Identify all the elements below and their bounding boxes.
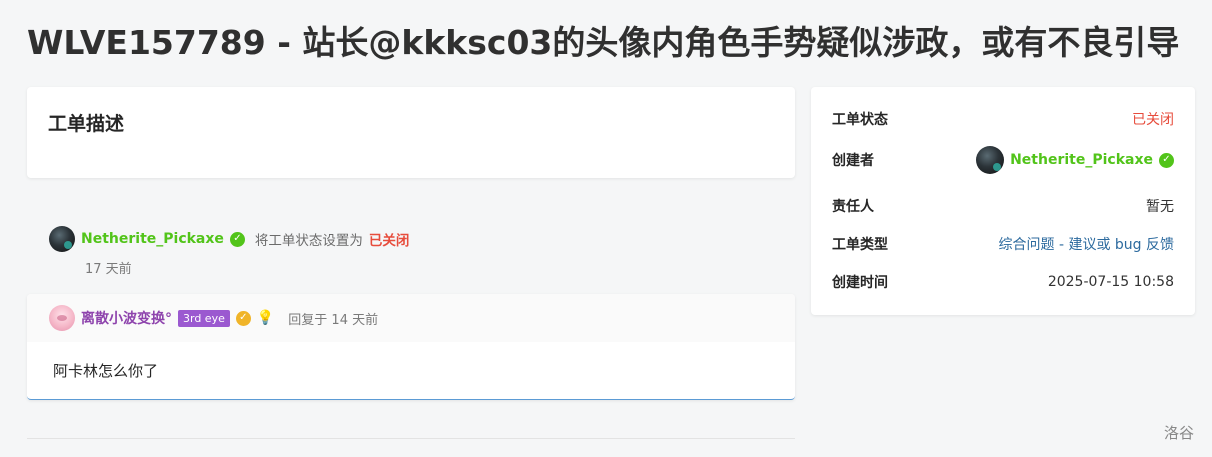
info-value-type[interactable]: 综合问题 - 建议或 bug 反馈: [999, 234, 1175, 254]
info-row-type: 工单类型 综合问题 - 建议或 bug 反馈: [832, 234, 1174, 254]
info-row-created-time: 创建时间 2025-07-15 10:58: [832, 272, 1174, 292]
info-label: 工单状态: [832, 112, 888, 128]
reply-username[interactable]: 离散小波变换°: [81, 308, 172, 328]
reply-body: 阿卡林怎么你了: [53, 362, 159, 380]
info-label: 创建者: [832, 153, 874, 169]
user-badge: 3rd eye: [178, 309, 230, 327]
footer-brand[interactable]: 洛谷: [1164, 422, 1194, 443]
reply-header: 离散小波变换° 3rd eye ✓ 💡 回复于 14 天前: [27, 294, 795, 342]
info-value-status: 已关闭: [1132, 112, 1174, 128]
info-row-assignee: 责任人 暂无: [832, 196, 1174, 216]
event-username[interactable]: Netherite_Pickaxe: [81, 231, 224, 247]
verified-check-icon: ✓: [235, 310, 251, 326]
page-title: WLVE157789 - 站长@kkksc03的头像内角色手势疑似涉政，或有不良…: [27, 23, 1180, 62]
reply-meta: 回复于 14 天前: [288, 312, 379, 328]
avatar[interactable]: [49, 305, 75, 331]
avatar[interactable]: [976, 146, 1005, 174]
reply-card: 离散小波变换° 3rd eye ✓ 💡 回复于 14 天前 阿卡林怎么你了: [27, 294, 795, 400]
creator-username[interactable]: Netherite_Pickaxe: [1010, 152, 1153, 168]
status-change-event: Netherite_Pickaxe ✓ 将工单状态设置为 已关闭: [49, 226, 795, 252]
divider: [27, 438, 795, 439]
ticket-info-card: 工单状态 已关闭 创建者 Netherite_Pickaxe ✓ 责任人 暂无 …: [811, 87, 1195, 315]
info-row-status: 工单状态 已关闭: [832, 109, 1174, 129]
info-value-creator: Netherite_Pickaxe ✓: [976, 146, 1174, 174]
info-label: 工单类型: [832, 237, 888, 253]
info-value-created-time: 2025-07-15 10:58: [1047, 274, 1174, 290]
info-row-creator: 创建者 Netherite_Pickaxe ✓: [832, 146, 1174, 174]
avatar[interactable]: [49, 226, 75, 252]
description-card: 工单描述: [27, 87, 795, 178]
verified-check-icon: ✓: [1159, 152, 1174, 168]
verified-check-icon: ✓: [229, 231, 245, 247]
event-status-closed: 已关闭: [368, 233, 410, 249]
lightbulb-icon: 💡: [256, 310, 275, 326]
info-label: 责任人: [832, 199, 874, 215]
info-label: 创建时间: [832, 275, 888, 291]
description-heading: 工单描述: [48, 113, 125, 135]
event-time: 17 天前: [85, 262, 132, 277]
info-value-assignee: 暂无: [1146, 199, 1174, 215]
event-action-text: 将工单状态设置为: [254, 233, 363, 249]
